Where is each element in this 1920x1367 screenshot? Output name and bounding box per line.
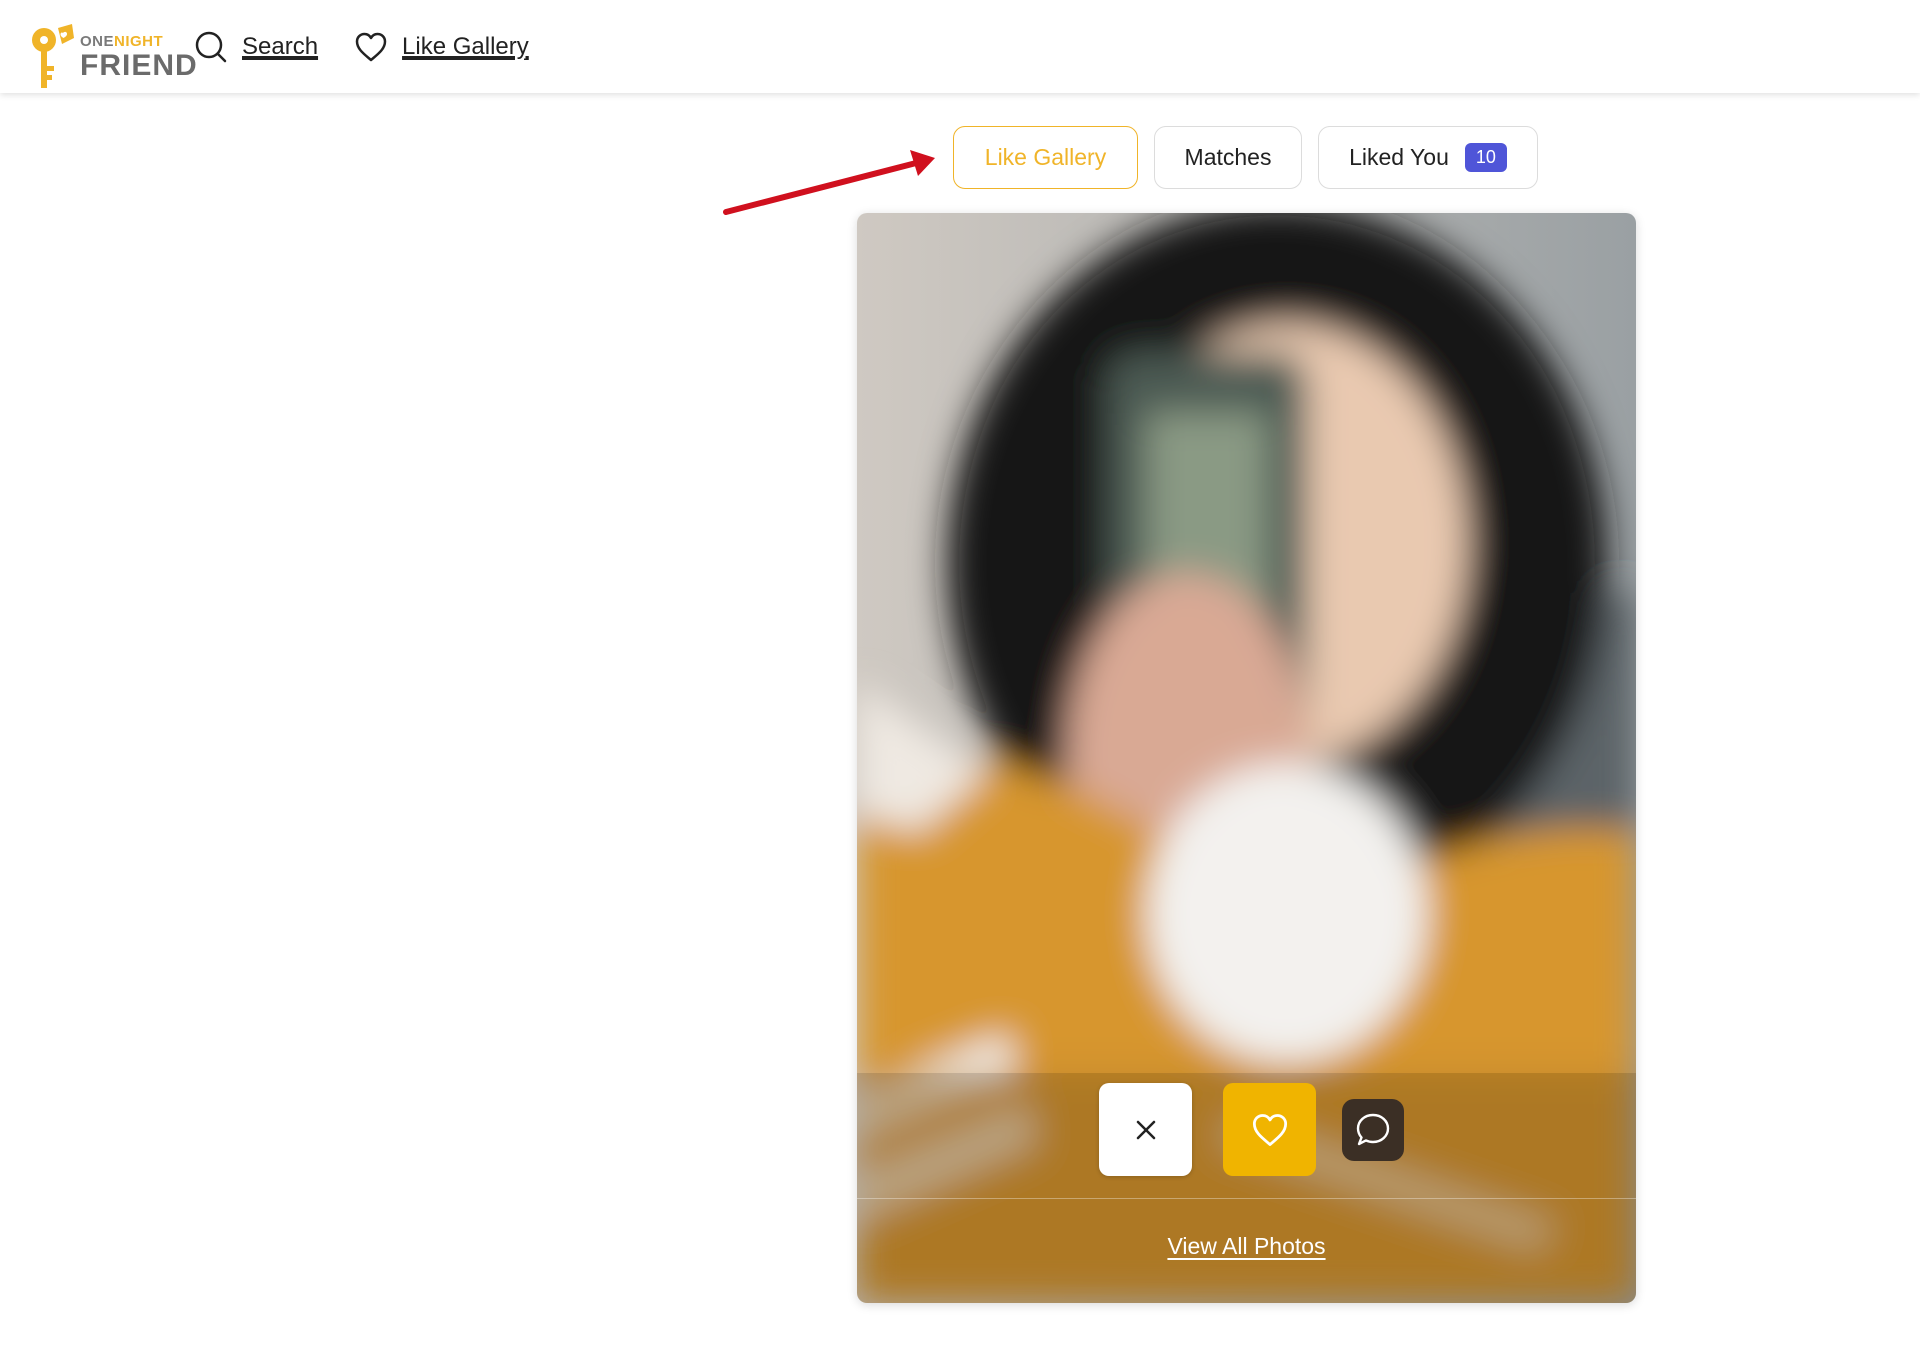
brand-logo[interactable]: ONENIGHT FRIEND <box>28 12 197 88</box>
profile-card: View All Photos <box>857 213 1636 1303</box>
logo-wordmark: ONENIGHT FRIEND <box>80 34 198 81</box>
pass-button[interactable] <box>1099 1083 1192 1176</box>
search-icon <box>195 31 227 62</box>
card-actions-area: View All Photos <box>857 1063 1636 1303</box>
close-icon <box>1136 1120 1155 1139</box>
like-button[interactable] <box>1223 1083 1316 1176</box>
logo-one: ONE <box>80 32 115 50</box>
tab-liked-you-label: Liked You <box>1349 144 1449 170</box>
heart-icon <box>1252 1113 1287 1146</box>
logo-night: NIGHT <box>114 32 164 50</box>
nav-like-gallery-label: Like Gallery <box>402 32 529 60</box>
nav-like-gallery-link[interactable]: Like Gallery <box>354 31 529 63</box>
chat-bubble-icon <box>1356 1113 1390 1145</box>
card-divider <box>857 1198 1636 1199</box>
message-button[interactable] <box>1342 1098 1404 1161</box>
action-row <box>857 1083 1636 1176</box>
tab-like-gallery[interactable]: Like Gallery <box>953 126 1138 189</box>
tab-matches[interactable]: Matches <box>1154 126 1302 189</box>
tab-like-gallery-label: Like Gallery <box>984 144 1107 170</box>
tab-matches-label: Matches <box>1184 144 1272 170</box>
logo-friend: FRIEND <box>80 48 198 82</box>
view-all-photos-link[interactable]: View All Photos <box>857 1233 1636 1260</box>
gallery-tabs: Like Gallery Matches Liked You 10 <box>953 126 1538 189</box>
key-logo-icon <box>32 23 74 88</box>
top-navigation: ONENIGHT FRIEND Search Like Gallery <box>0 0 1920 93</box>
tab-liked-you[interactable]: Liked You 10 <box>1318 126 1538 189</box>
nav-search-link[interactable]: Search <box>194 30 318 64</box>
liked-you-count-badge: 10 <box>1464 143 1507 172</box>
nav-search-label: Search <box>242 32 319 60</box>
heart-icon <box>355 32 387 61</box>
